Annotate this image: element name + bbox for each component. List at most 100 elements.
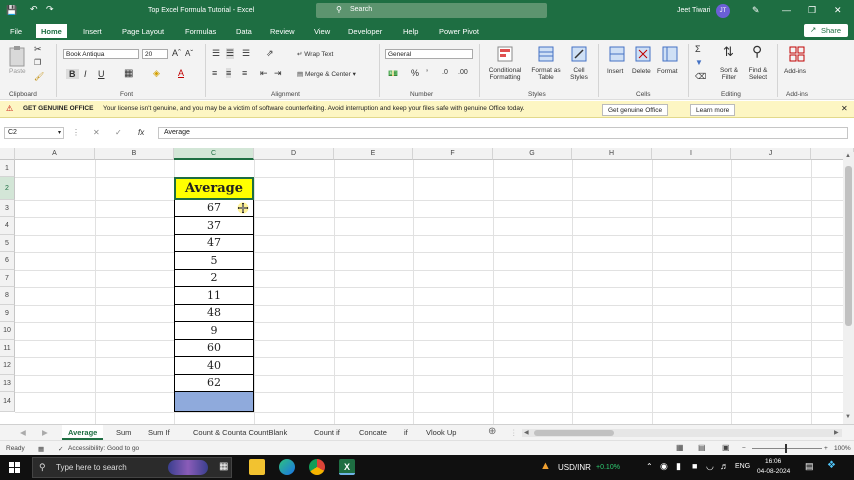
column-header-j[interactable]: J — [731, 148, 811, 160]
row-header[interactable]: 5 — [0, 235, 15, 252]
value-cell[interactable]: 48 — [174, 305, 254, 322]
wrap-text-button[interactable]: ↵ Wrap Text — [297, 50, 333, 58]
column-header-e[interactable]: E — [334, 148, 413, 160]
align-left-icon[interactable]: ≡ — [212, 68, 217, 78]
align-center-icon[interactable]: ≡ — [226, 68, 232, 78]
copy-icon[interactable]: ❐ — [34, 58, 41, 67]
minimize-icon[interactable]: — — [782, 5, 791, 15]
format-painter-icon[interactable]: 🖌 — [34, 72, 44, 81]
accounting-icon[interactable]: 💵 — [388, 69, 398, 78]
percent-icon[interactable]: % — [411, 68, 419, 78]
hscroll-thumb[interactable] — [534, 430, 614, 436]
row-header[interactable]: 4 — [0, 217, 15, 235]
accessibility-status[interactable]: Accessibility: Good to go — [68, 445, 139, 452]
increase-indent-icon[interactable]: ⇥ — [274, 68, 282, 79]
header-cell[interactable]: Average — [174, 177, 254, 200]
decrease-indent-icon[interactable]: ⇤ — [260, 68, 268, 79]
row-header[interactable]: 9 — [0, 305, 15, 322]
sheet-tab-sum-if[interactable]: Sum If — [148, 428, 170, 437]
sheet-tab-concate[interactable]: Concate — [359, 428, 387, 437]
sheet-tab-vlookup[interactable]: Vlook Up — [426, 428, 456, 437]
zoom-slider-handle[interactable] — [785, 444, 787, 453]
decrease-decimal-icon[interactable]: .00 — [458, 69, 468, 76]
value-cell[interactable]: 37 — [174, 217, 254, 235]
add-sheet-icon[interactable]: ⊕ — [488, 426, 496, 437]
clear-icon[interactable]: ⌫ — [695, 72, 706, 81]
row-header[interactable]: 13 — [0, 375, 15, 392]
cut-icon[interactable]: ✂ — [34, 44, 42, 55]
format-button[interactable]: Format — [657, 68, 678, 75]
pen-icon[interactable]: ✎ — [752, 5, 760, 16]
sheet-tab-sum[interactable]: Sum — [116, 428, 131, 437]
column-header-b[interactable]: B — [95, 148, 174, 160]
wifi-icon[interactable]: ◡ — [706, 461, 714, 472]
decrease-font-icon[interactable]: Aˇ — [185, 49, 193, 58]
row-header[interactable]: 10 — [0, 322, 15, 340]
redo-icon[interactable]: ↷ — [46, 4, 54, 15]
sort-filter-button[interactable]: Sort & Filter — [716, 67, 742, 81]
value-cell[interactable]: 60 — [174, 340, 254, 357]
value-cell[interactable]: 47 — [174, 235, 254, 252]
value-cell[interactable]: 62 — [174, 375, 254, 392]
camera-icon[interactable]: ■ — [692, 461, 697, 471]
value-cell[interactable]: 5 — [174, 252, 254, 270]
search-box[interactable]: ⚲ Search — [316, 3, 547, 18]
clock-date[interactable]: 04-08-2024 — [757, 468, 790, 475]
value-cell[interactable]: 2 — [174, 270, 254, 287]
clock-time[interactable]: 16:06 — [765, 458, 781, 465]
chrome-icon[interactable] — [309, 459, 325, 475]
tab-insert[interactable]: Insert — [83, 27, 102, 36]
row-header[interactable]: 6 — [0, 252, 15, 270]
column-header-c[interactable]: C — [174, 148, 254, 160]
restore-icon[interactable]: ❐ — [808, 5, 816, 16]
zoom-level[interactable]: 100% — [834, 445, 851, 452]
select-all-corner[interactable] — [0, 148, 15, 160]
font-size-select[interactable]: 20 — [142, 49, 168, 59]
tab-file[interactable]: File — [10, 27, 22, 36]
close-icon[interactable]: ✕ — [841, 104, 848, 113]
align-bottom-icon[interactable]: ☰ — [242, 48, 250, 59]
save-icon[interactable]: 💾 — [6, 5, 17, 16]
volume-icon[interactable]: ♬ — [720, 461, 729, 471]
selected-empty-cell[interactable] — [174, 392, 254, 412]
zoom-in-icon[interactable]: + — [824, 445, 828, 452]
sheet-tab-count[interactable]: Count & Counta CountBlank — [193, 428, 287, 437]
scroll-left-icon[interactable]: ◀ — [524, 429, 529, 436]
merge-center-button[interactable]: ▤ Merge & Center ▾ — [297, 70, 356, 78]
column-header-a[interactable]: A — [15, 148, 95, 160]
fx-icon[interactable]: fx — [138, 128, 144, 137]
avatar[interactable]: JT — [716, 4, 730, 18]
scroll-thumb[interactable] — [845, 166, 852, 326]
paste-icon[interactable] — [8, 44, 26, 68]
fill-color-icon[interactable]: ◈ — [153, 68, 160, 79]
increase-decimal-icon[interactable]: .0 — [442, 69, 448, 76]
column-header-g[interactable]: G — [493, 148, 572, 160]
formula-input[interactable]: Average — [158, 127, 848, 139]
file-explorer-icon[interactable] — [249, 459, 265, 475]
horizontal-scrollbar[interactable]: ◀ ▶ — [522, 429, 842, 437]
page-break-icon[interactable]: ▣ — [722, 443, 730, 452]
taskbar-search[interactable]: ⚲ Type here to search — [32, 457, 232, 478]
font-name-select[interactable]: Book Antiqua — [63, 49, 139, 59]
page-layout-icon[interactable]: ▤ — [698, 443, 706, 452]
tab-help[interactable]: Help — [403, 27, 418, 36]
spreadsheet-grid[interactable]: A B C D E F G H I J 1 2 3 4 5 6 7 8 9 10… — [0, 148, 854, 424]
normal-view-icon[interactable]: ▦ — [676, 443, 684, 452]
column-header-i[interactable]: I — [652, 148, 731, 160]
tray-app-icon[interactable]: ◉ — [660, 461, 668, 472]
scroll-up-icon[interactable]: ▲ — [845, 153, 851, 159]
enter-icon[interactable]: ✓ — [115, 128, 122, 137]
scroll-right-icon[interactable]: ▶ — [834, 429, 839, 436]
windows-start-icon[interactable] — [9, 462, 20, 473]
row-header[interactable]: 11 — [0, 340, 15, 357]
column-header-d[interactable]: D — [254, 148, 334, 160]
find-select-button[interactable]: Find & Select — [744, 67, 772, 81]
conditional-formatting-button[interactable]: Conditional Formatting — [485, 67, 525, 81]
learn-more-button[interactable]: Learn more — [690, 104, 736, 116]
cancel-icon[interactable]: ✕ — [93, 128, 100, 137]
close-icon[interactable]: ✕ — [834, 5, 842, 16]
autosum-icon[interactable]: Σ — [695, 44, 701, 54]
task-view-icon[interactable]: ▦ — [219, 461, 228, 472]
undo-icon[interactable]: ↶ — [30, 4, 38, 15]
tab-developer[interactable]: Developer — [348, 27, 382, 36]
